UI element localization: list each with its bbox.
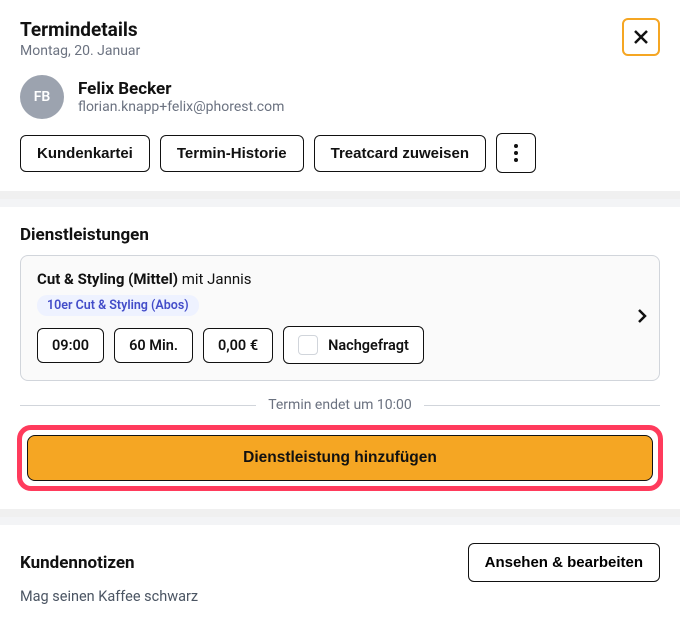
view-edit-notes-button[interactable]: Ansehen & bearbeiten [468,543,660,582]
time-chip[interactable]: 09:00 [37,328,104,363]
subscription-badge: 10er Cut & Styling (Abos) [37,295,199,316]
notes-heading: Kundennotizen [20,553,135,573]
service-name: Cut & Styling (Mittel) [37,270,178,288]
duration-chip[interactable]: 60 Min. [114,328,193,363]
avatar: FB [20,75,64,119]
service-staff: mit Jannis [182,270,252,288]
notes-panel: Kundennotizen Ansehen & bearbeiten Mag s… [0,525,680,623]
service-card[interactable]: Cut & Styling (Mittel) mit Jannis 10er C… [20,255,660,381]
client-row: FB Felix Becker florian.knapp+felix@phor… [20,75,660,119]
notes-text: Mag seinen Kaffee schwarz [20,588,660,605]
add-service-button[interactable]: Dienstleistung hinzufügen [27,435,653,481]
status-checkbox[interactable] [298,335,318,355]
ends-at-label: Termin endet um 10:00 [268,397,412,413]
more-actions-button[interactable] [496,133,536,173]
client-card-button[interactable]: Kundenkartei [20,135,150,172]
appointment-date: Montag, 20. Januar [20,43,140,59]
highlight-annotation: Dienstleistung hinzufügen [17,425,663,491]
service-expand-button[interactable] [637,308,647,328]
kebab-icon [514,144,518,162]
price-chip[interactable]: 0,00 € [203,328,273,363]
close-icon [634,30,648,44]
close-button[interactable] [622,18,660,56]
client-name: Felix Becker [78,79,284,99]
assign-treatcard-button[interactable]: Treatcard zuweisen [314,135,486,172]
services-panel: Dienstleistungen Cut & Styling (Mittel) … [0,207,680,509]
header-panel: Termindetails Montag, 20. Januar FB Feli… [0,0,680,191]
status-chip[interactable]: Nachgefragt [283,326,424,364]
client-email: florian.knapp+felix@phorest.com [78,99,284,115]
page-title: Termindetails [20,18,140,41]
appointment-history-button[interactable]: Termin-Historie [160,135,304,172]
chevron-right-icon [637,308,647,324]
services-heading: Dienstleistungen [20,225,660,245]
status-label: Nachgefragt [328,337,409,354]
